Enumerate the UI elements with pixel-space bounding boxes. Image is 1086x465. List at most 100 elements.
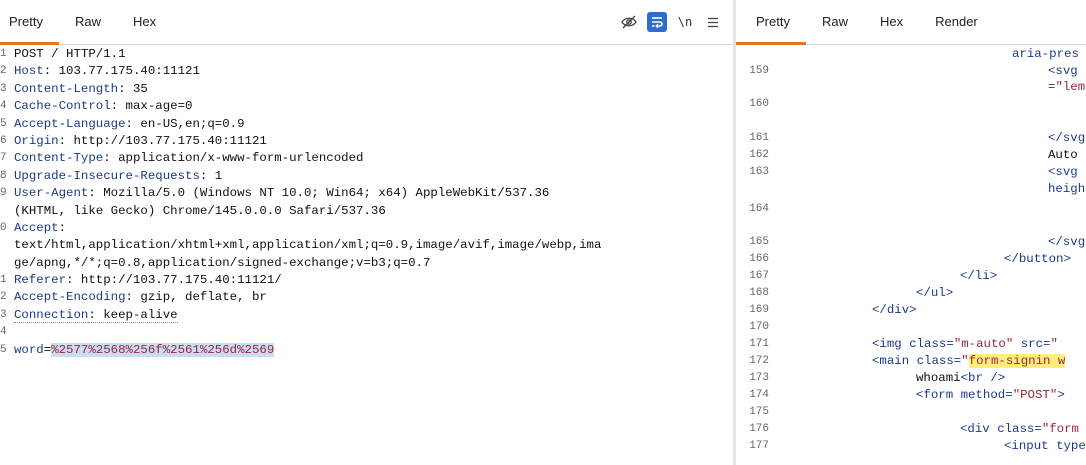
line-text: height [1048, 181, 1086, 198]
request-tab-pretty[interactable]: Pretty [0, 0, 59, 45]
response-tab-hex[interactable]: Hex [864, 0, 919, 44]
line-number: 176 [749, 423, 769, 435]
request-line: 8 Upgrade-Insecure-Requests: 1 [0, 168, 733, 185]
request-editor[interactable]: 1 POST / HTTP/1.1 2 Host: 103.77.175.40:111… [0, 46, 733, 359]
request-line: 1 POST / HTTP/1.1 [0, 46, 733, 63]
line-number: 2 [0, 291, 7, 304]
line-text: Accept: [14, 220, 733, 237]
response-pane: PrettyRawHexRender aria-pres159<svg c="l… [736, 0, 1086, 465]
line-text: Upgrade-Insecure-Requests: 1 [14, 168, 733, 185]
code-token: method= [960, 388, 1013, 402]
code-token: <svg [1048, 165, 1086, 179]
line-number: 168 [749, 287, 769, 299]
hide-nonprintable-icon[interactable] [619, 12, 639, 32]
response-line: 171 <img class="m-auto" src=" [736, 336, 1086, 353]
header-value: : 35 [118, 81, 148, 96]
code-token: <input [1004, 439, 1057, 453]
header-name: Cache-Control [14, 99, 111, 114]
line-text: Origin: http://103.77.175.40:11121 [14, 133, 733, 150]
request-line: 2 Accept-Encoding: gzip, deflate, br [0, 289, 733, 306]
line-text: </div> [872, 302, 917, 319]
menu-icon[interactable] [703, 12, 723, 32]
line-number: 171 [749, 338, 769, 350]
line-number: 166 [749, 253, 769, 265]
request-line: 1 Referer: http://103.77.175.40:11121/ [0, 272, 733, 289]
line-number: 3 [0, 82, 7, 95]
response-line: 165 </svg [736, 234, 1086, 251]
line-number: 172 [749, 355, 769, 367]
header-name: Referer [14, 273, 67, 288]
line-text: Auto [1048, 147, 1078, 164]
code-token: Auto [1048, 148, 1078, 162]
response-line: 169 </div> [736, 302, 1086, 319]
code-token: <br /> [960, 371, 1006, 385]
response-line: 166 </button> [736, 251, 1086, 268]
line-text: <main class="form-signin w [872, 353, 1066, 370]
line-text [14, 324, 733, 341]
response-tabbar: Pretty Raw Hex Render [736, 0, 1086, 45]
request-toolbar: \n [619, 12, 723, 32]
response-line: 159 <svg c [736, 63, 1086, 80]
header-name: Accept-Language [14, 116, 126, 131]
response-tab-render[interactable]: Render [919, 0, 994, 44]
line-number: 2 [0, 65, 7, 78]
code-token: "form [1041, 422, 1079, 436]
header-value: : Mozilla/5.0 (Windows NT 10.0; Win64; x… [88, 186, 550, 201]
response-line: 176 <div class="form [736, 421, 1086, 438]
response-line: 161 </svg [736, 130, 1086, 147]
header-value: : en-US,en;q=0.9 [125, 116, 245, 131]
request-tab-raw[interactable]: Raw [59, 0, 117, 44]
param-name: word [14, 342, 44, 357]
header-name: Connection [14, 307, 89, 323]
code-token: </svg [1048, 131, 1086, 145]
request-pane: Pretty Raw Hex \n 1 POST / HTTP/1.1 2 Host: 1… [0, 0, 733, 465]
header-value: : http://103.77.175.40:11121/ [66, 273, 282, 288]
line-text: ge/apng,*/*;q=0.8,application/signed-exc… [14, 255, 431, 270]
request-line: 3 Connection: keep-alive [0, 307, 733, 324]
code-token: " [1050, 337, 1058, 351]
line-text: Connection: keep-alive [14, 307, 733, 324]
line-text: Accept-Language: en-US,en;q=0.9 [14, 116, 733, 133]
code-token: height [1048, 182, 1086, 196]
word-wrap-icon[interactable] [647, 12, 667, 32]
request-line: 4 [0, 324, 733, 341]
response-tab-pretty[interactable]: Pretty [736, 0, 806, 45]
line-text: Host: 103.77.175.40:11121 [14, 63, 733, 80]
param-value[interactable]: %2577%2568%256f%2561%256d%2569 [51, 342, 275, 357]
header-value: : max-age=0 [110, 99, 193, 114]
line-text: <form method="POST"> [916, 387, 1065, 404]
line-number: 164 [749, 203, 769, 215]
line-number: 1 [0, 274, 7, 287]
line-text: <svg c [1048, 63, 1086, 80]
response-line: 175 [736, 404, 1086, 421]
request-line: 5 Accept-Language: en-US,en;q=0.9 [0, 116, 733, 133]
response-line: 177 <input type [736, 438, 1086, 455]
newline-toggle[interactable]: \n [675, 12, 695, 32]
line-number: 7 [0, 152, 7, 165]
header-name: Content-Length [14, 81, 119, 96]
request-tab-hex[interactable]: Hex [117, 0, 172, 44]
code-token: "m-auto" [953, 337, 1014, 351]
response-line: 173 whoami<br /> [736, 370, 1086, 387]
code-token: "lem [1055, 80, 1086, 94]
line-text: </svg [1048, 234, 1085, 251]
header-value: : gzip, deflate, br [125, 290, 267, 305]
header-name: Content-Type [14, 151, 104, 166]
code-token: type [1056, 439, 1086, 453]
line-text: </button> [1004, 251, 1071, 268]
response-line: aria-pres [736, 46, 1086, 63]
line-text: ="lem [1048, 79, 1085, 96]
code-token: class= [909, 337, 954, 351]
line-text: <div class="form [960, 421, 1079, 438]
response-tab-raw[interactable]: Raw [806, 0, 864, 44]
line-text: Accept-Encoding: gzip, deflate, br [14, 289, 733, 306]
code-token: </svg [1048, 235, 1086, 249]
code-token: src= [1013, 337, 1051, 351]
line-text: Content-Length: 35 [14, 81, 733, 98]
line-text: <svg c [1048, 164, 1086, 181]
header-name: Origin [14, 133, 59, 148]
response-line: height [736, 181, 1086, 198]
header-name: Upgrade-Insecure-Requests [14, 168, 200, 183]
line-number [0, 203, 14, 220]
header-value: : 1 [199, 168, 223, 183]
